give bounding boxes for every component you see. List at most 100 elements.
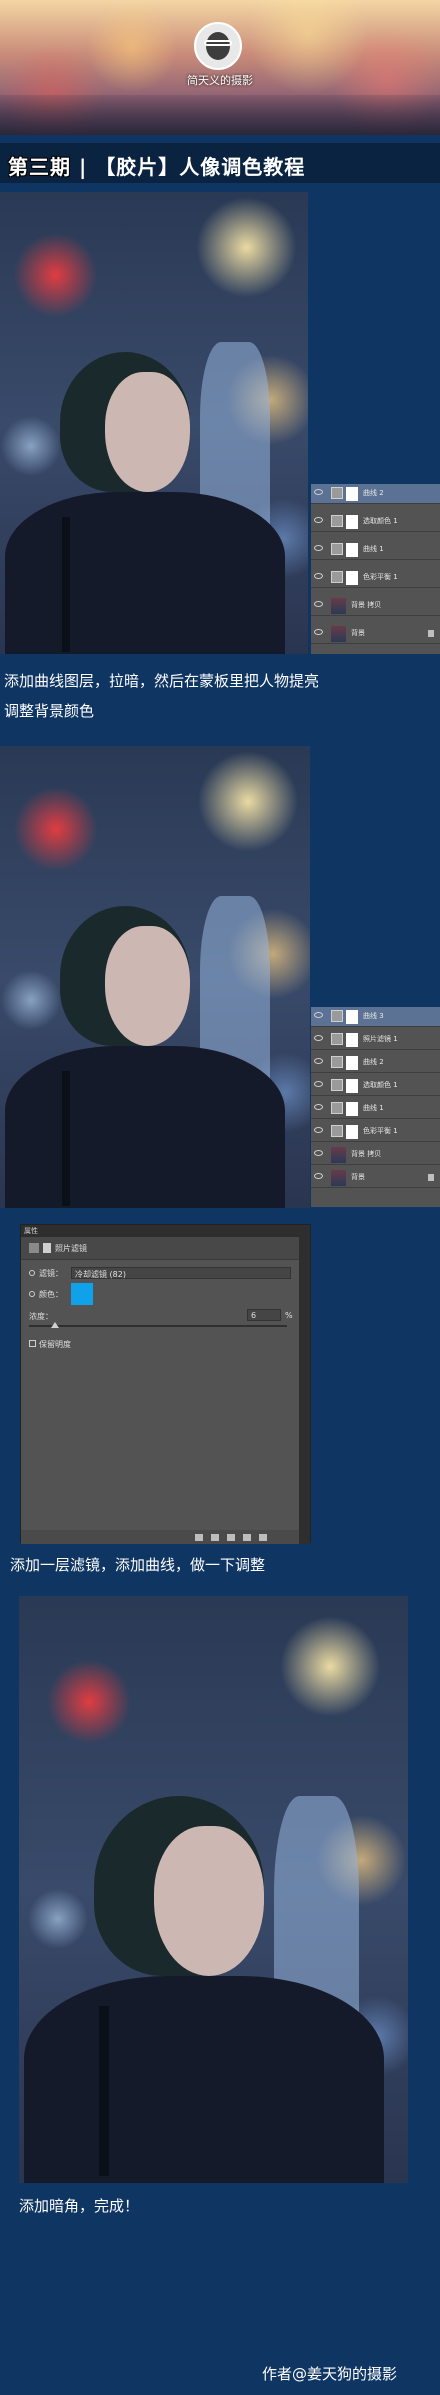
layer-row[interactable]: 背景 — [311, 624, 440, 644]
layer-label: 色彩平衡 1 — [363, 1127, 398, 1135]
layer-label: 曲线 2 — [363, 1058, 384, 1066]
avatar — [194, 22, 242, 70]
layer-mask — [346, 487, 358, 501]
bag-strap — [62, 1071, 70, 1206]
bag-strap — [99, 2006, 109, 2176]
layer-label: 背景 — [351, 1173, 365, 1181]
layer-mask — [346, 1010, 358, 1024]
layer-row[interactable]: 曲线 1 — [311, 540, 440, 560]
street-ground — [0, 95, 440, 135]
layer-label: 色彩平衡 1 — [363, 573, 398, 581]
layer-mask — [346, 1033, 358, 1047]
layer-mask — [346, 1079, 358, 1093]
slider-knob[interactable] — [51, 1322, 59, 1328]
lock-icon — [428, 630, 434, 637]
layer-row[interactable]: 色彩平衡 1 — [311, 1122, 440, 1142]
tab-properties[interactable]: 属性 — [24, 1226, 38, 1236]
layer-row[interactable]: 曲线 2 — [311, 484, 440, 504]
selective-color-icon — [331, 1079, 343, 1091]
adjustment-icon — [29, 1243, 39, 1253]
author-small-label: 简天义的摄影 — [187, 74, 253, 87]
curves-icon — [331, 1102, 343, 1114]
filter-value: 冷却滤镜 (82) — [75, 1270, 126, 1279]
layer-row[interactable]: 背景 拷贝 — [311, 596, 440, 616]
layer-label: 曲线 2 — [363, 489, 384, 497]
clip-icon[interactable] — [195, 1534, 203, 1541]
layer-row[interactable]: 背景 — [311, 1168, 440, 1188]
eye-icon[interactable] — [314, 629, 323, 635]
layer-label: 曲线 1 — [363, 1104, 384, 1112]
color-radio[interactable] — [29, 1291, 35, 1297]
properties-header: 照片滤镜 — [21, 1237, 301, 1260]
density-unit: % — [285, 1311, 293, 1320]
layer-label: 曲线 1 — [363, 545, 384, 553]
filter-select[interactable]: 冷却滤镜 (82) — [71, 1267, 291, 1279]
eye-icon[interactable] — [314, 517, 323, 523]
eye-icon[interactable] — [314, 601, 323, 607]
photo-step-1 — [0, 192, 308, 654]
scrollbar[interactable] — [299, 1237, 310, 1544]
photo-final — [19, 1596, 408, 2183]
layer-mask — [346, 515, 358, 529]
view-previous-icon[interactable] — [211, 1534, 219, 1541]
eye-icon[interactable] — [314, 489, 323, 495]
eye-icon[interactable] — [314, 1173, 323, 1179]
curves-icon — [331, 1056, 343, 1068]
layer-row[interactable]: 照片滤镜 1 — [311, 1030, 440, 1050]
preserve-luminosity-label: 保留明度 — [39, 1340, 71, 1349]
caption-step-2: 添加一层滤镜，添加曲线，做一下调整 — [10, 1556, 266, 1574]
layers-panel-2: 曲线 3 照片滤镜 1 曲线 2 选取颜色 1 曲线 1 色彩平衡 1 背景 拷… — [311, 1007, 440, 1207]
reset-icon[interactable] — [227, 1534, 235, 1541]
eye-icon[interactable] — [314, 1127, 323, 1133]
layer-thumbnail — [331, 1147, 346, 1163]
shirt — [24, 1976, 384, 2183]
color-swatch[interactable] — [71, 1283, 93, 1305]
layer-row[interactable]: 选取颜色 1 — [311, 512, 440, 532]
filter-label: 滤镜： — [39, 1269, 63, 1278]
eye-icon[interactable] — [314, 573, 323, 579]
trash-icon[interactable] — [259, 1534, 267, 1541]
caption-step-3: 添加暗角，完成！ — [19, 2197, 140, 2215]
episode-label: 第三期 — [8, 155, 71, 179]
avatar-face — [206, 32, 230, 60]
layer-row[interactable]: 曲线 2 — [311, 1053, 440, 1073]
density-slider[interactable] — [29, 1325, 287, 1327]
eye-icon[interactable] — [314, 1104, 323, 1110]
layer-label: 选取颜色 1 — [363, 1081, 398, 1089]
eye-icon[interactable] — [314, 1081, 323, 1087]
layer-label: 背景 拷贝 — [351, 1150, 382, 1158]
layer-row[interactable]: 色彩平衡 1 — [311, 568, 440, 588]
layers-panel-1: 曲线 2 选取颜色 1 曲线 1 色彩平衡 1 背景 拷贝 背景 — [311, 484, 440, 654]
preserve-luminosity-checkbox[interactable] — [29, 1340, 36, 1347]
filter-radio[interactable] — [29, 1270, 35, 1276]
shirt — [5, 1046, 285, 1208]
layer-row[interactable]: 曲线 1 — [311, 1099, 440, 1119]
eye-icon[interactable] — [314, 1058, 323, 1064]
shirt — [5, 492, 285, 654]
color-balance-icon — [331, 571, 343, 583]
eye-icon[interactable] — [314, 1150, 323, 1156]
properties-panel: 属性 照片滤镜 滤镜： 冷却滤镜 (82) 颜色： 浓度： 6 % 保留明度 — [20, 1224, 311, 1544]
layer-row[interactable]: 曲线 3 — [311, 1007, 440, 1027]
density-input[interactable]: 6 — [247, 1309, 281, 1321]
face — [105, 926, 190, 1046]
eye-icon[interactable] — [314, 1012, 323, 1018]
properties-title: 照片滤镜 — [55, 1244, 87, 1253]
mask-icon[interactable] — [43, 1243, 51, 1253]
photo-step-2 — [0, 746, 310, 1208]
color-label: 颜色： — [39, 1290, 63, 1299]
lock-icon — [428, 1174, 434, 1181]
eye-icon[interactable] — [314, 545, 323, 551]
layer-label: 背景 拷贝 — [351, 601, 382, 609]
layer-row[interactable]: 背景 拷贝 — [311, 1145, 440, 1165]
caption-step-1-line-2: 调整背景颜色 — [4, 702, 95, 720]
layer-label: 背景 — [351, 629, 365, 637]
layer-mask — [346, 571, 358, 585]
layer-label: 照片滤镜 1 — [363, 1035, 398, 1043]
layer-row[interactable]: 选取颜色 1 — [311, 1076, 440, 1096]
photo-filter-icon — [331, 1033, 343, 1045]
eye-icon[interactable] — [314, 1035, 323, 1041]
face — [105, 372, 190, 492]
bag-strap — [62, 517, 70, 652]
visibility-icon[interactable] — [243, 1534, 251, 1541]
